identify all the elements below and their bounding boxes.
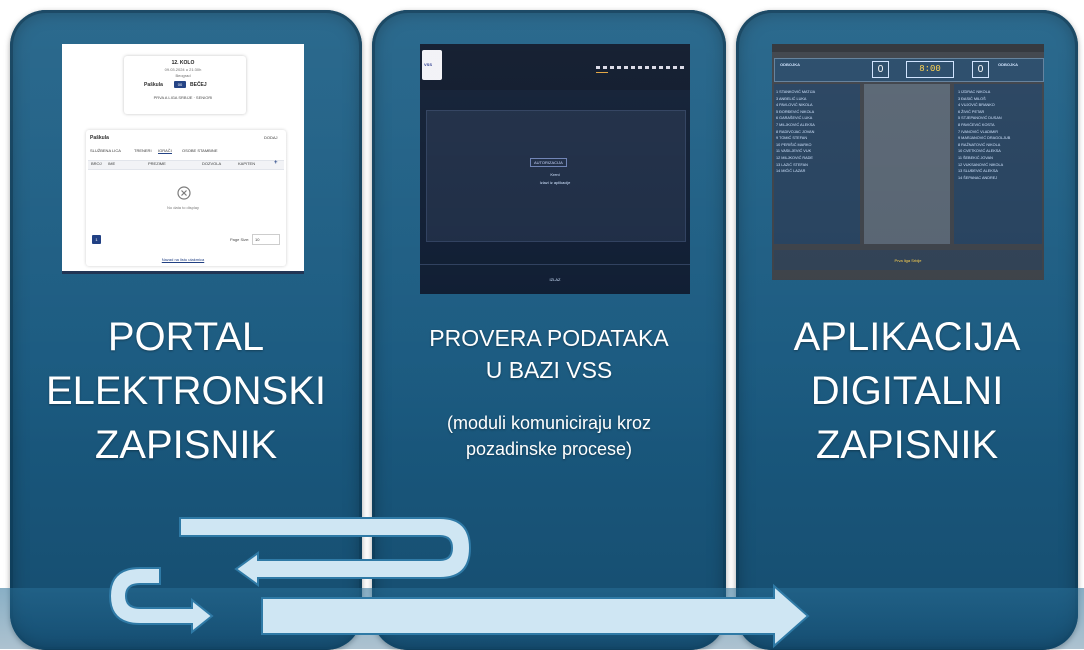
loop-right-arrow-icon — [108, 567, 214, 635]
flow-arrows — [108, 517, 810, 649]
loop-left-arrow-icon — [179, 517, 472, 587]
right-arrow-icon — [261, 583, 810, 649]
